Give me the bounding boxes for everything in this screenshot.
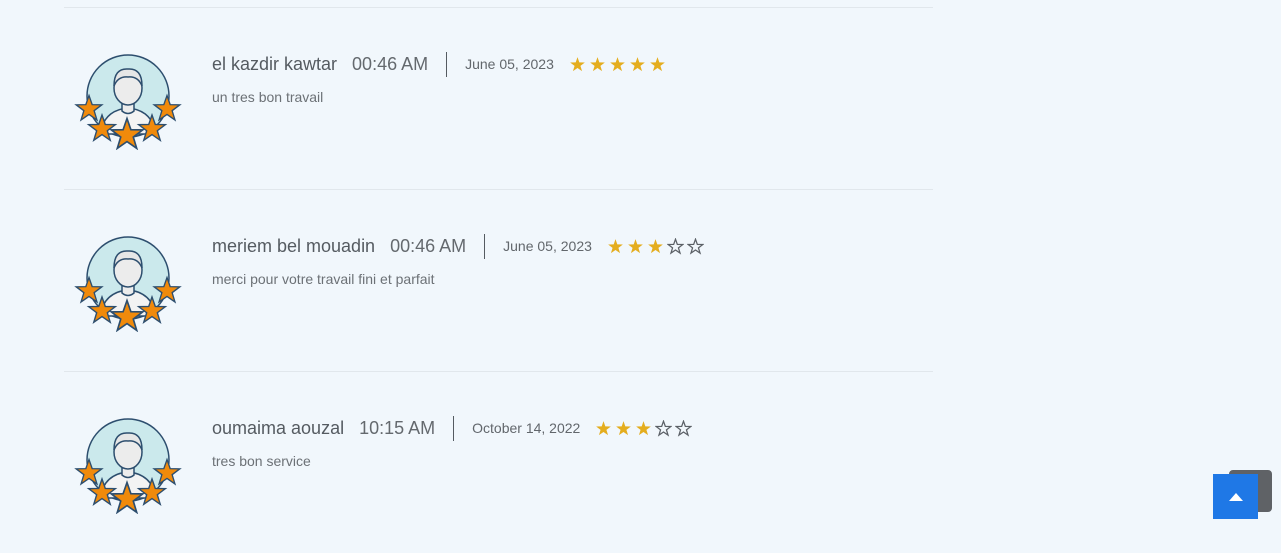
- star-filled-icon: [630, 56, 645, 71]
- reviewer-name: oumaima aouzal: [212, 417, 345, 438]
- review-time: 00:46 AM: [352, 53, 429, 74]
- review-meta: meriem bel mouadin 00:46 AM June 05, 202…: [212, 226, 707, 266]
- review-meta: oumaima aouzal 10:15 AM October 14, 2022: [212, 408, 695, 448]
- review-date: June 05, 2023: [465, 56, 554, 72]
- review-item: meriem bel mouadin 00:46 AM June 05, 202…: [64, 190, 933, 371]
- meta-separator: [484, 233, 486, 259]
- star-filled-icon: [636, 420, 652, 435]
- review-date: October 14, 2022: [472, 420, 581, 436]
- star-filled-icon: [648, 238, 663, 253]
- meta-separator: [453, 415, 455, 441]
- review-item: el kazdir kawtar 00:46 AM June 05, 2023 …: [64, 8, 933, 189]
- scroll-to-top-button[interactable]: [1213, 474, 1258, 519]
- user-avatar-icon: [75, 54, 181, 150]
- star-empty-icon: [667, 238, 684, 254]
- reviewer-name: meriem bel mouadin: [212, 235, 376, 256]
- user-avatar-icon: [75, 236, 181, 332]
- user-avatar-icon: [75, 418, 181, 514]
- star-filled-icon: [616, 420, 632, 435]
- rating-stars: [595, 420, 695, 437]
- star-filled-icon: [570, 56, 585, 71]
- review-time: 00:46 AM: [390, 235, 467, 256]
- review-text: un tres bon travail: [212, 89, 324, 105]
- review-text: tres bon service: [212, 453, 311, 469]
- rating-stars: [607, 238, 707, 255]
- star-filled-icon: [596, 420, 612, 435]
- arrow-up-icon: [1228, 492, 1243, 501]
- review-list: el kazdir kawtar 00:46 AM June 05, 2023 …: [64, 0, 933, 553]
- star-filled-icon: [590, 56, 605, 71]
- review-text: merci pour votre travail fini et parfait: [212, 271, 435, 287]
- reviewer-name: el kazdir kawtar: [212, 53, 338, 74]
- star-empty-icon: [687, 238, 704, 254]
- meta-separator: [446, 51, 448, 77]
- star-empty-icon: [655, 420, 672, 436]
- star-filled-icon: [628, 238, 643, 253]
- review-meta: el kazdir kawtar 00:46 AM June 05, 2023: [212, 44, 669, 84]
- star-filled-icon: [608, 238, 623, 253]
- star-empty-icon: [675, 420, 692, 436]
- review-item: oumaima aouzal 10:15 AM October 14, 2022…: [64, 372, 933, 553]
- star-filled-icon: [610, 56, 625, 71]
- review-time: 10:15 AM: [359, 417, 436, 438]
- star-filled-icon: [650, 56, 665, 71]
- rating-stars: [569, 56, 669, 73]
- review-date: June 05, 2023: [503, 238, 592, 254]
